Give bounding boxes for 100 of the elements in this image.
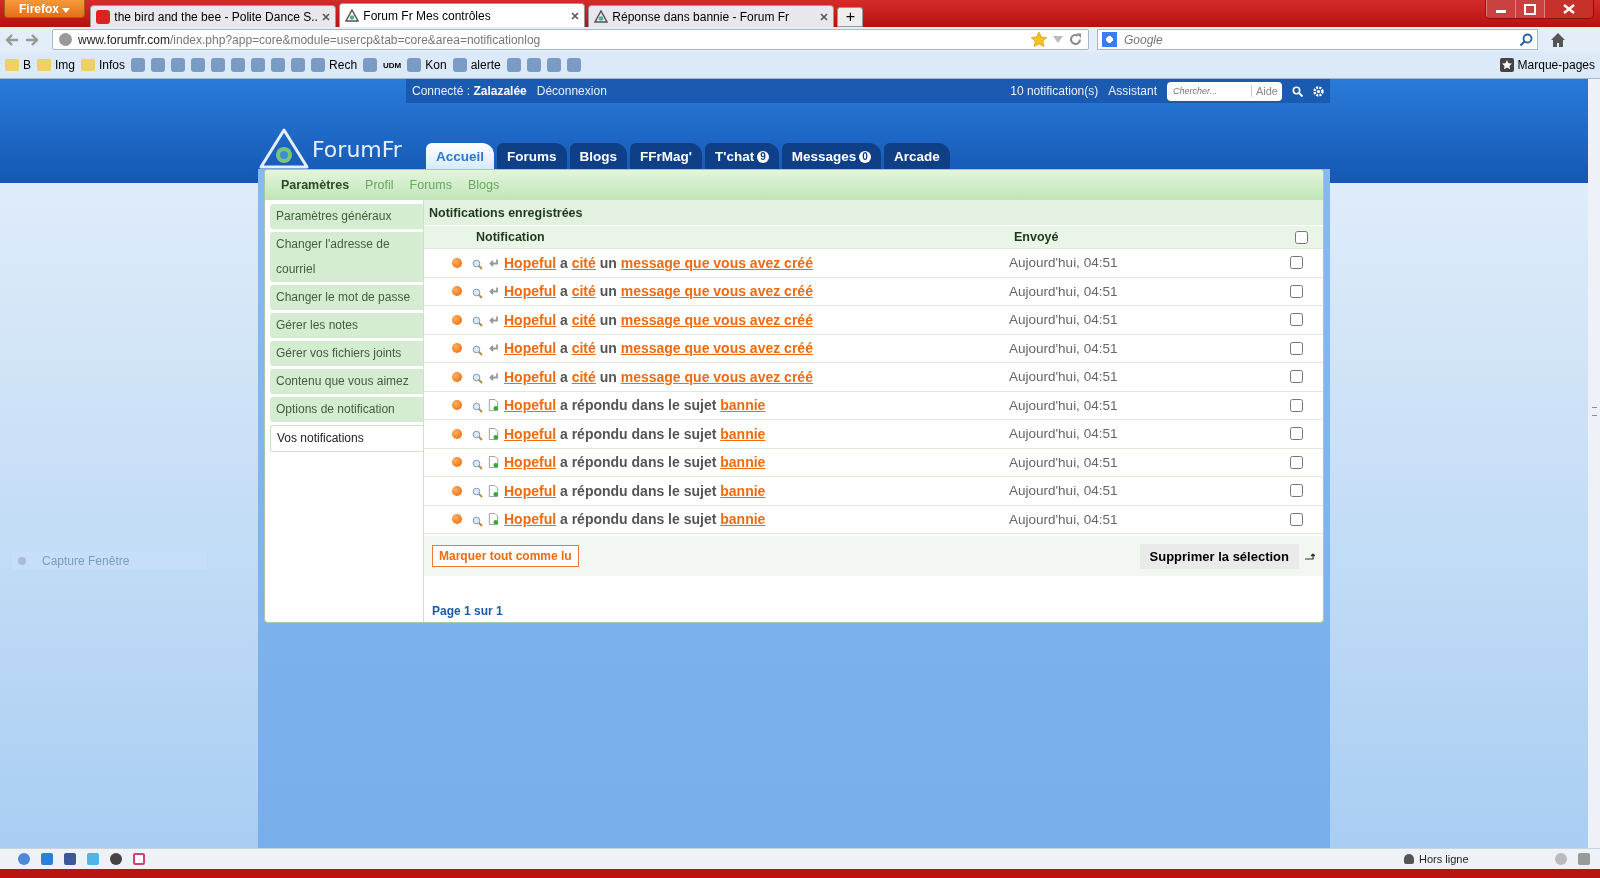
browser-tab[interactable]: the bird and the bee - Polite Dance S... bbox=[90, 5, 337, 27]
user-link[interactable]: Hopeful bbox=[504, 482, 557, 499]
user-link[interactable]: Hopeful bbox=[504, 254, 557, 271]
square-icon[interactable] bbox=[133, 853, 145, 865]
sidebar-item[interactable]: Gérer vos fichiers joints bbox=[270, 341, 423, 366]
back-arrow-icon[interactable] bbox=[4, 31, 20, 48]
magnifier-icon[interactable] bbox=[472, 371, 483, 383]
quote-link[interactable]: cité bbox=[571, 283, 596, 300]
close-icon[interactable] bbox=[820, 12, 829, 21]
target-link[interactable]: bannie bbox=[720, 482, 766, 499]
magnifier-icon[interactable] bbox=[472, 257, 483, 269]
bookmark-item[interactable]: B bbox=[5, 58, 31, 72]
sidebar-item[interactable]: Paramètres généraux bbox=[270, 204, 423, 229]
presence-status[interactable]: Hors ligne bbox=[1404, 853, 1544, 865]
quote-link[interactable]: cité bbox=[571, 368, 596, 385]
bookmark-item[interactable] bbox=[363, 58, 378, 72]
row-checkbox[interactable] bbox=[1290, 313, 1303, 327]
bookmark-item[interactable] bbox=[566, 58, 581, 72]
row-checkbox[interactable] bbox=[1290, 256, 1303, 270]
bookmark-item[interactable] bbox=[131, 58, 146, 72]
bookmark-item[interactable]: Img bbox=[37, 58, 76, 72]
row-checkbox[interactable] bbox=[1290, 398, 1303, 412]
close-icon[interactable] bbox=[571, 11, 580, 20]
target-link[interactable]: message que vous avez créé bbox=[620, 311, 813, 328]
user-link[interactable]: Hopeful bbox=[504, 340, 557, 357]
bookmark-item[interactable]: Infos bbox=[81, 58, 126, 72]
row-checkbox[interactable] bbox=[1290, 484, 1303, 498]
bookmark-item[interactable] bbox=[151, 58, 166, 72]
address-bar[interactable]: www.forumfr.com/index.php?app=core&module=usercp&tab=core&area=notificationlog bbox=[52, 29, 1089, 50]
user-link[interactable]: Hopeful bbox=[504, 425, 557, 442]
row-checkbox[interactable] bbox=[1290, 455, 1303, 469]
close-icon[interactable] bbox=[322, 12, 331, 21]
magnifier-icon[interactable] bbox=[472, 314, 483, 326]
search-icon[interactable] bbox=[1519, 32, 1533, 47]
bookmark-item[interactable] bbox=[251, 58, 266, 72]
nav-tab[interactable]: Blogs bbox=[569, 143, 628, 169]
sidebar-item[interactable]: Changer l'adresse de courriel bbox=[270, 232, 423, 282]
notifications-link[interactable]: 10 notification(s) bbox=[1010, 84, 1099, 98]
delete-selection-button[interactable]: Supprimer la sélection bbox=[1139, 543, 1299, 569]
sidebar-item[interactable]: Options de notification bbox=[270, 397, 423, 422]
bookmark-item[interactable]: UDM bbox=[383, 60, 402, 70]
nav-tab[interactable]: FFrMag' bbox=[630, 143, 703, 169]
user-link[interactable]: Hopeful bbox=[504, 311, 557, 328]
nav-tab[interactable]: Messages 0 bbox=[781, 143, 881, 169]
bookmark-item[interactable] bbox=[506, 58, 521, 72]
target-link[interactable]: bannie bbox=[720, 425, 766, 442]
target-link[interactable]: message que vous avez créé bbox=[620, 254, 813, 271]
magnifier-icon[interactable] bbox=[472, 485, 483, 497]
row-checkbox[interactable] bbox=[1290, 284, 1303, 298]
sub-tab[interactable]: Paramètres bbox=[281, 178, 350, 192]
user-link[interactable]: Hopeful bbox=[504, 454, 557, 471]
assistant-link[interactable]: Assistant bbox=[1108, 84, 1157, 98]
sidebar-item[interactable]: Gérer les notes bbox=[270, 313, 423, 338]
bookmarks-menu-button[interactable]: Marque-pages bbox=[1499, 58, 1595, 72]
bookmark-item[interactable] bbox=[526, 58, 541, 72]
restore-icon[interactable] bbox=[1515, 0, 1544, 18]
user-link[interactable]: Hopeful bbox=[504, 511, 557, 528]
user-link[interactable]: Hopeful bbox=[504, 368, 557, 385]
nav-tab[interactable]: Arcade bbox=[883, 143, 950, 169]
logout-link[interactable]: Déconnexion bbox=[536, 84, 607, 98]
close-icon[interactable] bbox=[1544, 0, 1593, 18]
nav-tab[interactable]: Accueil bbox=[426, 143, 495, 169]
select-all-checkbox[interactable] bbox=[1295, 230, 1308, 244]
row-checkbox[interactable] bbox=[1290, 512, 1303, 526]
reload-icon[interactable] bbox=[1069, 33, 1082, 46]
target-link[interactable]: message que vous avez créé bbox=[620, 340, 813, 357]
target-link[interactable]: message que vous avez créé bbox=[620, 283, 813, 300]
minimize-icon[interactable] bbox=[1486, 0, 1515, 18]
sidebar-item[interactable]: Vos notifications bbox=[270, 425, 423, 452]
site-search-bar[interactable]: Chercher... Aide bbox=[1166, 81, 1282, 101]
bookmark-item[interactable] bbox=[271, 58, 286, 72]
row-checkbox[interactable] bbox=[1290, 341, 1303, 355]
quote-link[interactable]: cité bbox=[571, 311, 596, 328]
row-checkbox[interactable] bbox=[1290, 427, 1303, 441]
new-tab-button[interactable]: + bbox=[837, 7, 864, 27]
target-link[interactable]: message que vous avez créé bbox=[620, 368, 813, 385]
bookmark-item[interactable]: Rech bbox=[311, 58, 358, 72]
bookmark-item[interactable] bbox=[231, 58, 246, 72]
user-link[interactable]: Hopeful bbox=[504, 283, 557, 300]
bookmark-item[interactable] bbox=[191, 58, 206, 72]
bookmark-item[interactable] bbox=[546, 58, 561, 72]
bookmark-item[interactable] bbox=[171, 58, 186, 72]
browser-tab[interactable]: Réponse dans bannie - Forum Fr bbox=[588, 5, 835, 27]
target-link[interactable]: bannie bbox=[720, 454, 766, 471]
dropdown-icon[interactable] bbox=[1053, 36, 1063, 43]
browser-tab[interactable]: Forum Fr Mes contrôles bbox=[339, 3, 586, 27]
nav-tab[interactable]: T'chat 9 bbox=[705, 143, 779, 169]
forward-arrow-icon[interactable] bbox=[24, 31, 40, 48]
bookmark-item[interactable]: Kon bbox=[407, 58, 447, 72]
mark-all-read-button[interactable]: Marquer tout comme lu bbox=[432, 545, 579, 567]
target-link[interactable]: bannie bbox=[720, 397, 766, 414]
user-link[interactable]: Hopeful bbox=[504, 397, 557, 414]
firefox-menu-button[interactable]: Firefox bbox=[4, 0, 86, 18]
row-checkbox[interactable] bbox=[1290, 370, 1303, 384]
star-icon[interactable] bbox=[1031, 32, 1047, 47]
quote-link[interactable]: cité bbox=[571, 340, 596, 357]
quote-link[interactable]: cité bbox=[571, 254, 596, 271]
search-icon[interactable] bbox=[1292, 85, 1303, 97]
forumfr-logo[interactable]: ForumFr bbox=[258, 127, 426, 171]
search-engine-icon[interactable] bbox=[1102, 32, 1117, 47]
